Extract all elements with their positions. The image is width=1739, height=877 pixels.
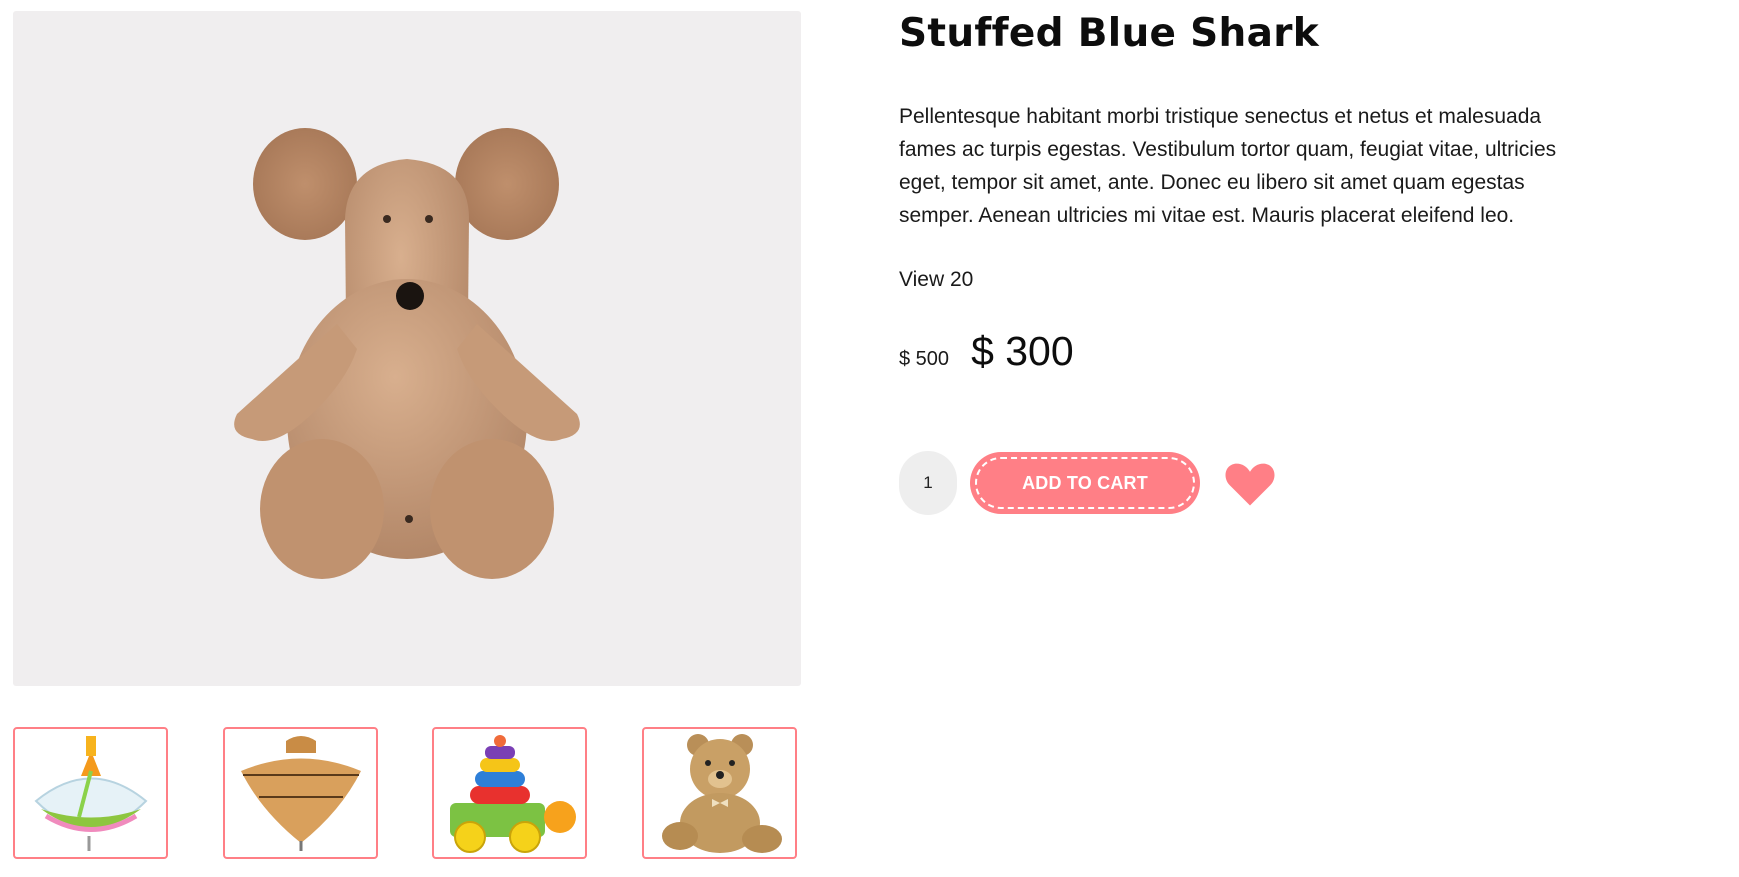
- add-to-cart-label: ADD TO CART: [1022, 472, 1148, 493]
- product-details: Stuffed Blue Shark Pellentesque habitant…: [899, 10, 1579, 515]
- thumbnail-stacking-rings[interactable]: [432, 727, 587, 859]
- cart-actions: ADD TO CART: [899, 451, 1278, 515]
- product-description: Pellentesque habitant morbi tristique se…: [899, 105, 1557, 227]
- quantity-input[interactable]: [899, 451, 957, 515]
- thumbnail-strip: [13, 727, 801, 861]
- main-product-image: [13, 11, 801, 686]
- plush-mouse-image: [234, 127, 580, 579]
- add-to-cart-button[interactable]: ADD TO CART: [970, 452, 1200, 514]
- product-title: Stuffed Blue Shark: [899, 11, 1320, 56]
- thumbnail-spinning-top[interactable]: [13, 727, 168, 859]
- heart-icon: [1225, 463, 1275, 506]
- wooden-top-image: [240, 736, 361, 851]
- price-row: $ 500 $ 300: [899, 328, 1579, 375]
- thumbnail-wooden-top[interactable]: [223, 727, 378, 859]
- spinning-top-image: [34, 736, 147, 851]
- product-gallery: [13, 11, 801, 859]
- old-price: $ 500: [899, 348, 950, 370]
- view-count: View 20: [899, 268, 974, 291]
- wishlist-button[interactable]: [1222, 457, 1278, 509]
- stacking-rings-turtle-image: [449, 735, 576, 853]
- teddy-bear-image: [661, 734, 782, 853]
- thumbnail-teddy-bear[interactable]: [642, 727, 797, 859]
- current-price: $ 300: [971, 328, 1074, 374]
